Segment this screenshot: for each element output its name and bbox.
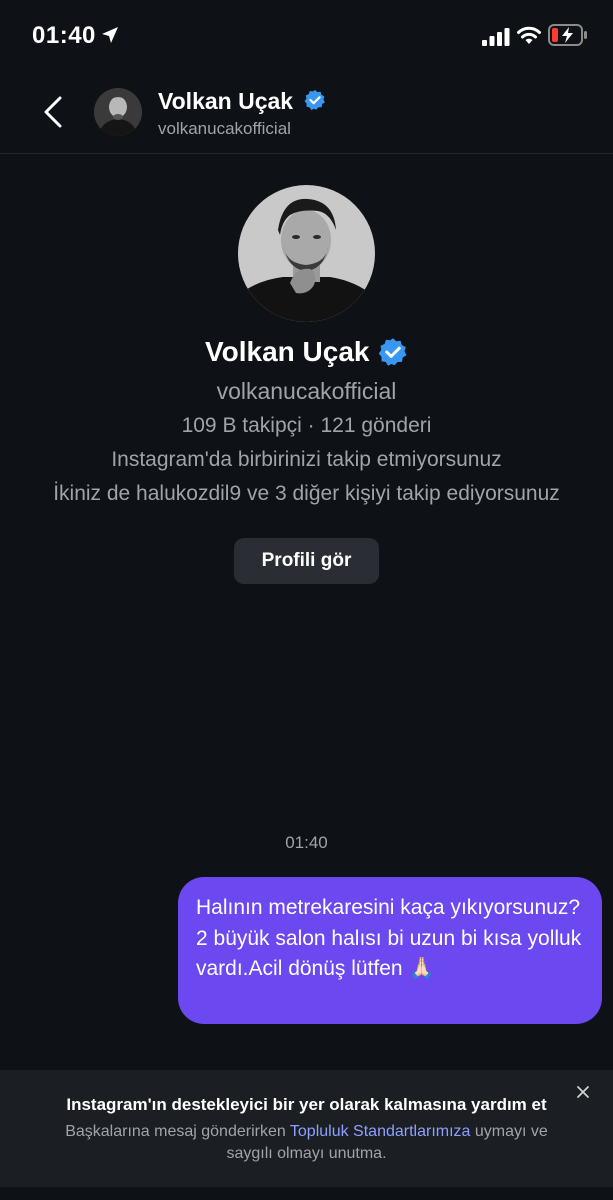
profile-name-row: Volkan Uçak bbox=[0, 336, 613, 368]
verified-badge-icon bbox=[304, 89, 325, 111]
community-standards-link[interactable]: Topluluk Standartlarımıza bbox=[290, 1123, 471, 1140]
header-avatar[interactable] bbox=[94, 88, 142, 136]
wifi-icon bbox=[517, 26, 541, 44]
profile-stats: 109 B takipçi · 121 gönderi bbox=[181, 414, 432, 437]
community-notice: Instagram'ın destekleyici bir yer olarak… bbox=[0, 1070, 613, 1187]
notice-body-before: Başkalarına mesaj gönderirken bbox=[65, 1123, 290, 1140]
bottom-bar bbox=[0, 1187, 613, 1200]
status-bar: 01:40 bbox=[0, 0, 613, 70]
status-time: 01:40 bbox=[32, 22, 96, 49]
chat-header: Volkan Uçak volkanucakofficial bbox=[0, 70, 613, 154]
notice-title: Instagram'ın destekleyici bir yer olarak… bbox=[66, 1095, 547, 1114]
back-chevron-icon[interactable] bbox=[40, 94, 66, 130]
profile-username: volkanucakofficial bbox=[216, 378, 397, 404]
view-profile-button[interactable]: Profili gör bbox=[234, 538, 379, 584]
sent-message-bubble[interactable]: Halının metrekaresini kaça yıkıyorsunuz?… bbox=[178, 877, 602, 1024]
message-timestamp: 01:40 bbox=[285, 833, 328, 852]
battery-low-icon bbox=[548, 24, 587, 46]
follow-status-text: Instagram'da birbirinizi takip etmiyorsu… bbox=[111, 448, 502, 471]
profile-name: Volkan Uçak bbox=[205, 336, 370, 367]
location-arrow-icon bbox=[102, 27, 118, 43]
mutual-follows-text: İkiniz de halukozdil9 ve 3 diğer kişiyi … bbox=[53, 482, 560, 505]
profile-avatar[interactable] bbox=[238, 185, 375, 322]
signal-icon bbox=[482, 28, 510, 46]
header-name[interactable]: Volkan Uçak bbox=[158, 88, 293, 115]
header-username: volkanucakofficial bbox=[158, 119, 291, 138]
verified-badge-icon bbox=[378, 338, 407, 366]
notice-body: Başkalarına mesaj gönderirken Topluluk S… bbox=[40, 1121, 573, 1165]
